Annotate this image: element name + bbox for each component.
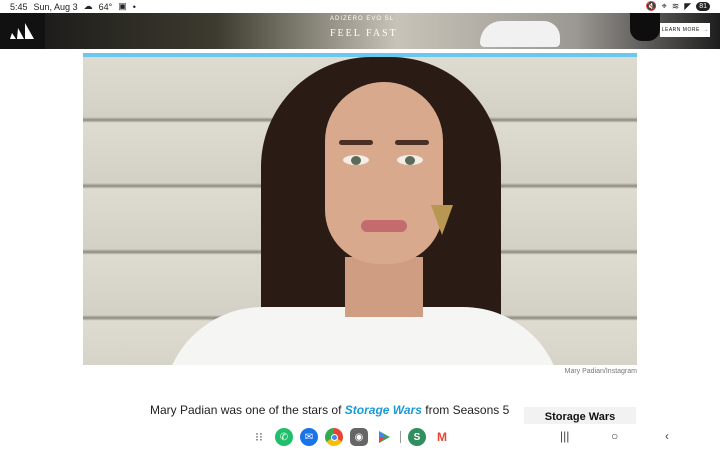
right-brow [395,140,429,145]
sidebar-title: Storage Wars [544,411,616,423]
notification-icon: ▣ [118,1,127,11]
left-eye [343,155,369,165]
adidas-logo-icon [0,13,45,49]
recents-icon[interactable]: ||| [560,429,569,443]
gmail-icon[interactable]: M [433,428,451,446]
left-brow [339,140,373,145]
ad-subtitle: ADIZERO EVO SL [330,16,395,22]
photo-credit: Mary Padian/Instagram [564,368,637,375]
right-eye [397,155,423,165]
wifi-icon: ≋ [671,1,680,11]
clock: 5:45 [10,1,28,12]
dock-separator [400,431,401,443]
shoe-image [480,21,560,47]
learn-more-button[interactable]: LEARN MORE → [660,23,710,37]
learn-more-label: LEARN MORE [661,27,700,33]
ad-headline: FEEL FAST [330,28,398,39]
lips [361,220,407,232]
article-text-start: Mary Padian was one of the stars of [150,403,345,417]
mute-icon: 🔇 [645,1,657,11]
article-text-end: from Seasons 5 [421,403,510,417]
article-photo[interactable] [83,57,637,365]
play-store-icon[interactable] [375,428,393,446]
storage-wars-link[interactable]: Storage Wars [345,403,422,417]
s-app-icon[interactable]: S [408,428,426,446]
status-bar: 5:45 Sun, Aug 3 ☁ 64° ▣ • 🔇 ⌖ ≋ ◤ 81 [0,0,720,13]
chrome-icon[interactable] [325,428,343,446]
back-icon[interactable]: ‹ [665,429,669,443]
apps-grid-icon[interactable]: ⁝⁝ [250,428,268,446]
phone-icon[interactable]: ✆ [275,428,293,446]
temperature: 64° [98,1,113,12]
arrow-right-icon: → [702,27,709,33]
article-paragraph: Mary Padian was one of the stars of Stor… [150,403,509,417]
android-nav-bar: ⁝⁝ ✆ ✉ ◉ S M ||| ○ ‹ [0,424,720,450]
home-icon[interactable]: ○ [611,429,618,443]
shoe-image-2 [630,13,660,41]
neck-shape [345,257,423,317]
cloud-icon: ☁ [83,1,93,11]
messages-icon[interactable]: ✉ [300,428,318,446]
face-shape [325,82,443,264]
earring-shape [431,205,453,235]
date: Sun, Aug 3 [33,1,78,12]
camera-icon[interactable]: ◉ [350,428,368,446]
signal-icon: ◤ [684,1,692,11]
more-dots-icon: • [132,1,136,12]
battery-indicator: 81 [696,2,710,11]
location-icon: ⌖ [661,1,667,11]
app-dock: ⁝⁝ ✆ ✉ ◉ S M [250,428,451,446]
ad-banner[interactable]: ADIZERO EVO SL FEEL FAST LEARN MORE → [0,13,720,49]
